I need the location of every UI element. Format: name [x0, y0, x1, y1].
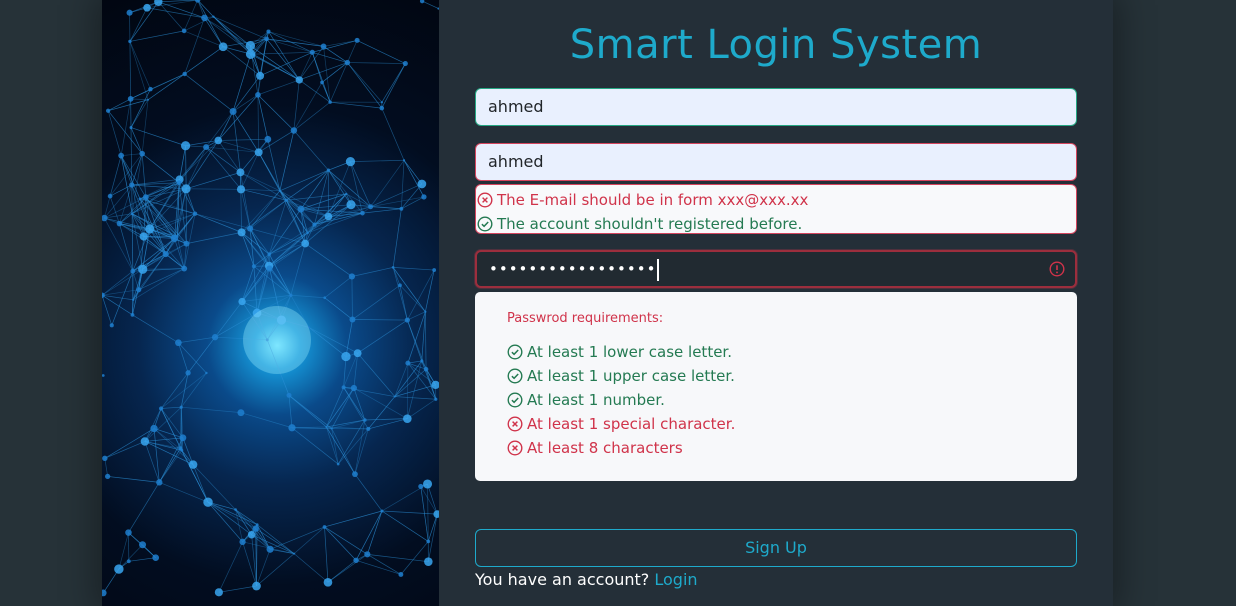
password-requirement-item: At least 1 special character. [507, 412, 1077, 436]
password-input[interactable]: ••••••••••••••••• [475, 250, 1077, 288]
password-requirement-item: At least 1 lower case letter. [507, 340, 1077, 364]
check-circle-icon [507, 368, 523, 384]
signup-card: Smart Login System ahmed ahmed The E-mai… [102, 0, 1113, 606]
x-circle-icon [477, 192, 493, 208]
network-hero-image [102, 0, 439, 606]
text-caret [657, 258, 659, 281]
check-circle-icon [477, 216, 493, 232]
x-circle-icon [507, 440, 523, 456]
login-prompt: You have an account? Login [475, 570, 698, 589]
password-requirement-text: At least 1 lower case letter. [527, 343, 732, 361]
password-requirement-text: At least 1 number. [527, 391, 665, 409]
network-illustration [102, 0, 439, 597]
login-link[interactable]: Login [654, 570, 697, 589]
light-glow [243, 306, 311, 374]
password-requirement-item: At least 8 characters [507, 436, 1077, 460]
password-requirement-item: At least 1 number. [507, 388, 1077, 412]
page-title: Smart Login System [569, 22, 983, 68]
password-requirement-item: At least 1 upper case letter. [507, 364, 1077, 388]
email-check-format-text: The E-mail should be in form xxx@xxx.xx [497, 191, 809, 209]
password-requirements-title: Passwrod requirements: [507, 311, 664, 326]
email-input[interactable]: ahmed [475, 143, 1077, 181]
check-circle-icon [507, 344, 523, 360]
password-requirement-text: At least 1 special character. [527, 415, 736, 433]
alert-circle-icon [1049, 261, 1065, 277]
name-input[interactable]: ahmed [475, 88, 1077, 126]
x-circle-icon [507, 416, 523, 432]
password-requirement-text: At least 8 characters [527, 439, 683, 457]
email-check-unique: The account shouldn't registered before. [477, 212, 1076, 236]
email-check-unique-text: The account shouldn't registered before. [497, 215, 803, 233]
email-check-format: The E-mail should be in form xxx@xxx.xx [477, 188, 1076, 212]
email-validation-box: The E-mail should be in form xxx@xxx.xx … [475, 184, 1077, 234]
check-circle-icon [507, 392, 523, 408]
login-prompt-text: You have an account? [475, 570, 650, 589]
password-requirements-list: At least 1 lower case letter. At least 1 … [507, 340, 1077, 460]
password-masked-value: ••••••••••••••••• [489, 260, 657, 278]
password-requirements-box: Passwrod requirements: At least 1 lower … [475, 292, 1077, 481]
password-requirement-text: At least 1 upper case letter. [527, 367, 735, 385]
signup-button[interactable]: Sign Up [475, 529, 1077, 567]
